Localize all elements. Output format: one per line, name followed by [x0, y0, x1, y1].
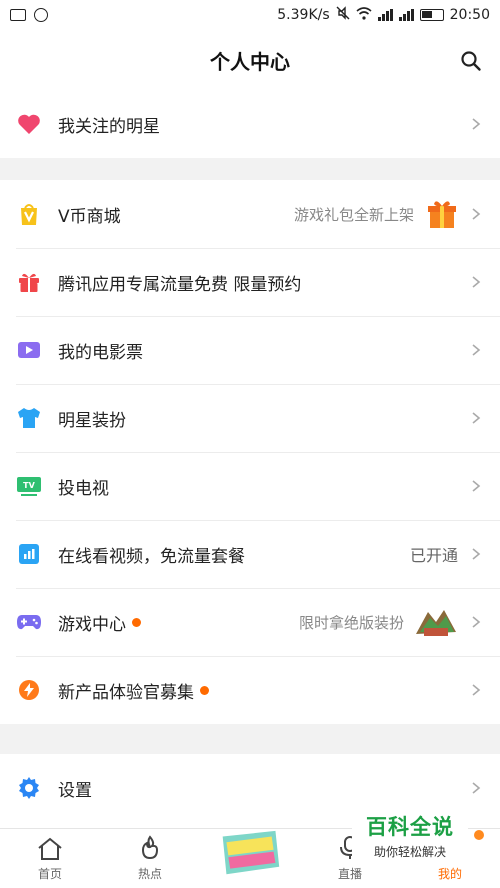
favorites-group: 我关注的明星 — [0, 90, 500, 158]
network-speed: 5.39K/s — [277, 7, 330, 23]
promo-text: 游戏礼包全新上架 — [293, 205, 414, 224]
new-dot-badge — [132, 617, 141, 627]
center-promo-badge-icon — [222, 830, 280, 875]
menu-item-label: 新产品体验官募集 — [58, 678, 209, 703]
watermark-subtitle: 助你轻松解决 — [373, 844, 446, 859]
heart-icon — [16, 111, 42, 137]
chevron-right-icon — [472, 616, 481, 628]
chevron-right-icon — [472, 412, 481, 424]
chevron-right-icon — [472, 276, 481, 288]
search-icon[interactable] — [460, 50, 482, 72]
menu-item-star-outfits[interactable]: 明星装扮 — [0, 384, 500, 452]
chevron-right-icon — [472, 480, 481, 492]
menu-item-vcoin-store[interactable]: V币商城 游戏礼包全新上架 — [0, 180, 500, 248]
menu-item-label: 投电视 — [58, 478, 109, 499]
gamepad-icon — [16, 609, 42, 635]
lightning-badge-icon — [16, 677, 42, 703]
new-dot-badge — [200, 685, 209, 695]
chevron-right-icon — [472, 684, 481, 696]
chevron-right-icon — [472, 782, 481, 794]
menu-item-product-tester[interactable]: 新产品体验官募集 — [0, 656, 500, 724]
menu-item-label: 我的电影票 — [58, 342, 143, 363]
menu-item-followed-stars[interactable]: 我关注的明星 — [0, 90, 500, 158]
tab-label: 直播 — [337, 867, 362, 881]
menu-item-label: 我关注的明星 — [58, 116, 160, 137]
menu-item-label: 设置 — [58, 780, 92, 801]
battery-icon — [419, 9, 444, 21]
gift-icon — [428, 201, 456, 228]
data-chart-icon — [16, 541, 42, 567]
notification-dot — [474, 830, 484, 840]
tab-label: 我的 — [437, 867, 462, 881]
chevron-right-icon — [472, 344, 481, 356]
menu-item-label: V币商城 — [58, 206, 121, 227]
wifi-icon — [356, 6, 372, 24]
v-coin-bag-icon — [16, 201, 42, 227]
svg-text:TV: TV — [23, 481, 35, 490]
menu-item-movie-tickets[interactable]: 我的电影票 — [0, 316, 500, 384]
tab-center-promo[interactable] — [200, 829, 300, 888]
signal-icon — [377, 9, 393, 21]
status-bar: 5.39K/s 20:50 — [0, 0, 500, 30]
game-thumbnail-image — [416, 610, 456, 636]
image-notification-icon — [10, 9, 26, 21]
gear-icon — [16, 775, 42, 801]
page-title: 个人中心 — [210, 49, 290, 74]
menu-item-game-center[interactable]: 游戏中心 限时拿绝版装扮 — [0, 588, 500, 656]
flame-icon — [141, 835, 159, 860]
menu-item-label: 在线看视频，免流量套餐 — [58, 546, 245, 567]
tshirt-icon — [16, 405, 42, 431]
mute-icon — [336, 6, 350, 24]
chat-notification-icon — [34, 8, 48, 22]
menu-item-label: 游戏中心 — [58, 610, 141, 635]
tab-hot[interactable]: 热点 — [100, 829, 200, 888]
clock: 20:50 — [449, 7, 490, 23]
signal-icon-2 — [398, 9, 414, 21]
tv-icon: TV — [16, 473, 42, 499]
menu-item-label: 腾讯应用专属流量免费 限量预约 — [58, 274, 302, 295]
movie-ticket-icon — [16, 337, 42, 363]
home-icon — [38, 837, 62, 860]
chevron-right-icon — [472, 208, 481, 220]
menu-item-label: 明星装扮 — [58, 410, 126, 431]
chevron-right-icon — [472, 118, 481, 130]
menu-item-free-data-plan[interactable]: 在线看视频，免流量套餐 已开通 — [0, 520, 500, 588]
chevron-right-icon — [472, 548, 481, 560]
watermark-title: 百科全说 — [366, 814, 454, 839]
promo-text: 限时拿绝版装扮 — [298, 613, 404, 632]
gift-box-icon — [16, 269, 42, 295]
top-nav: 个人中心 — [0, 30, 500, 90]
watermark: 百科全说 助你轻松解决 — [352, 808, 468, 862]
tab-label: 首页 — [37, 867, 62, 881]
menu-item-cast-tv[interactable]: TV 投电视 — [0, 452, 500, 520]
tab-home[interactable]: 首页 — [0, 829, 100, 888]
status-text: 已开通 — [409, 546, 458, 565]
tab-label: 热点 — [137, 867, 162, 881]
services-group: V币商城 游戏礼包全新上架 腾讯应用专属流量免费 限量预约 我的电影票 明星装扮 — [0, 180, 500, 724]
menu-item-tencent-data[interactable]: 腾讯应用专属流量免费 限量预约 — [0, 248, 500, 316]
